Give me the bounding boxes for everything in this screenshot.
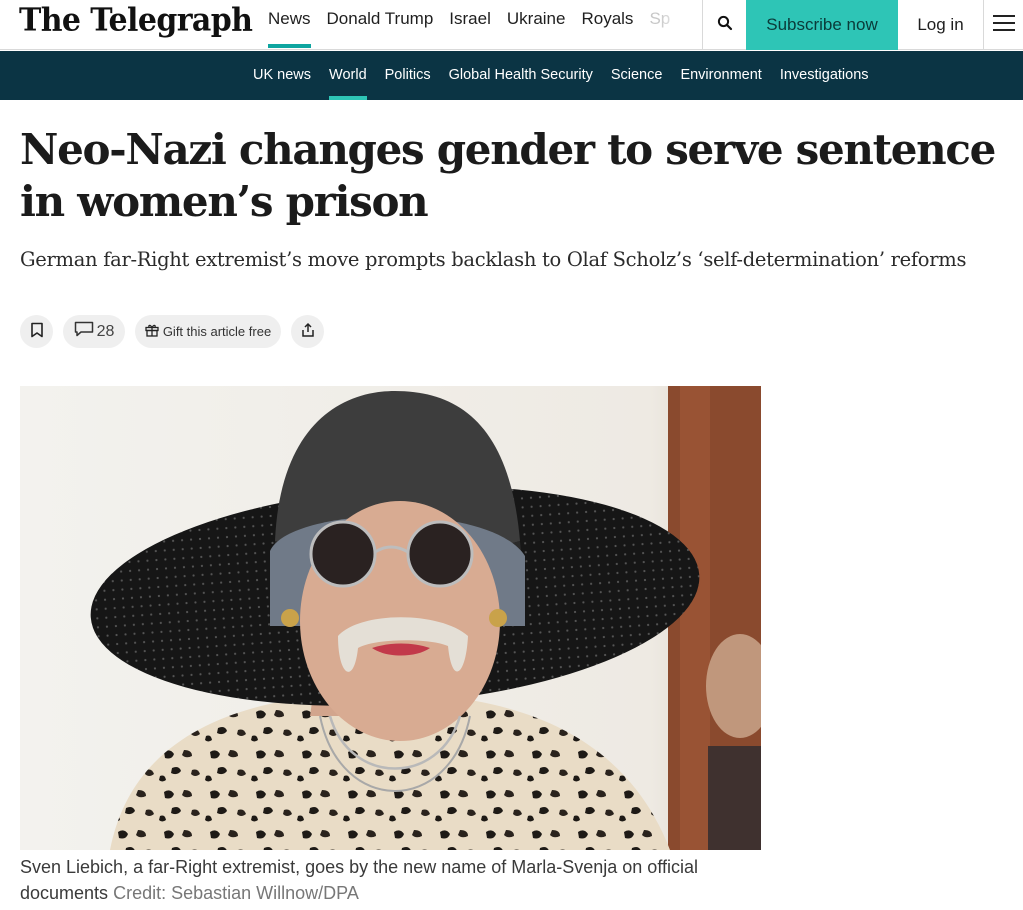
gift-article-button[interactable]: Gift this article free: [135, 315, 281, 348]
section-world[interactable]: World: [329, 51, 367, 100]
image-credit: Credit: Sebastian Willnow/DPA: [113, 883, 359, 903]
bookmark-icon: [30, 322, 44, 341]
gift-icon: [145, 323, 159, 340]
share-icon: [300, 322, 316, 341]
nav-donald-trump[interactable]: Donald Trump: [327, 0, 434, 50]
subscribe-button[interactable]: Subscribe now: [746, 0, 898, 50]
share-button[interactable]: [291, 315, 324, 348]
login-button[interactable]: Log in: [898, 0, 984, 50]
section-nav: UK news World Politics Global Health Sec…: [0, 51, 1023, 100]
nav-fade-overlay: [660, 0, 702, 48]
article-standfirst: German far-Right extremist’s move prompt…: [20, 248, 967, 271]
section-environment[interactable]: Environment: [680, 51, 761, 100]
section-politics[interactable]: Politics: [385, 51, 431, 100]
nav-news[interactable]: News: [268, 0, 311, 50]
menu-button[interactable]: [984, 0, 1023, 50]
hero-photo: [20, 386, 761, 850]
article-actions: 28 Gift this article free: [20, 315, 334, 349]
primary-nav: News Donald Trump Israel Ukraine Royals …: [268, 0, 670, 50]
telegraph-logo[interactable]: The Telegraph: [19, 1, 253, 41]
nav-royals[interactable]: Royals: [581, 0, 633, 50]
gift-label: Gift this article free: [162, 324, 272, 339]
bookmark-button[interactable]: [20, 315, 53, 348]
nav-ukraine[interactable]: Ukraine: [507, 0, 566, 50]
article-headline: Neo-Nazi changes gender to serve sentenc…: [20, 125, 996, 226]
comment-count: 28: [96, 322, 115, 340]
section-investigations[interactable]: Investigations: [780, 51, 869, 100]
section-global-health-security[interactable]: Global Health Security: [449, 51, 593, 100]
comments-button[interactable]: 28: [63, 315, 125, 348]
top-bar: The Telegraph News Donald Trump Israel U…: [0, 0, 1023, 50]
image-caption: Sven Liebich, a far-Right extremist, goe…: [20, 854, 780, 906]
search-icon: [717, 15, 733, 36]
nav-israel[interactable]: Israel: [449, 0, 491, 50]
search-button[interactable]: [702, 0, 746, 50]
section-science[interactable]: Science: [611, 51, 663, 100]
hamburger-menu-icon: [992, 14, 1015, 37]
comment-icon: [74, 321, 94, 342]
section-uk-news[interactable]: UK news: [253, 51, 311, 100]
